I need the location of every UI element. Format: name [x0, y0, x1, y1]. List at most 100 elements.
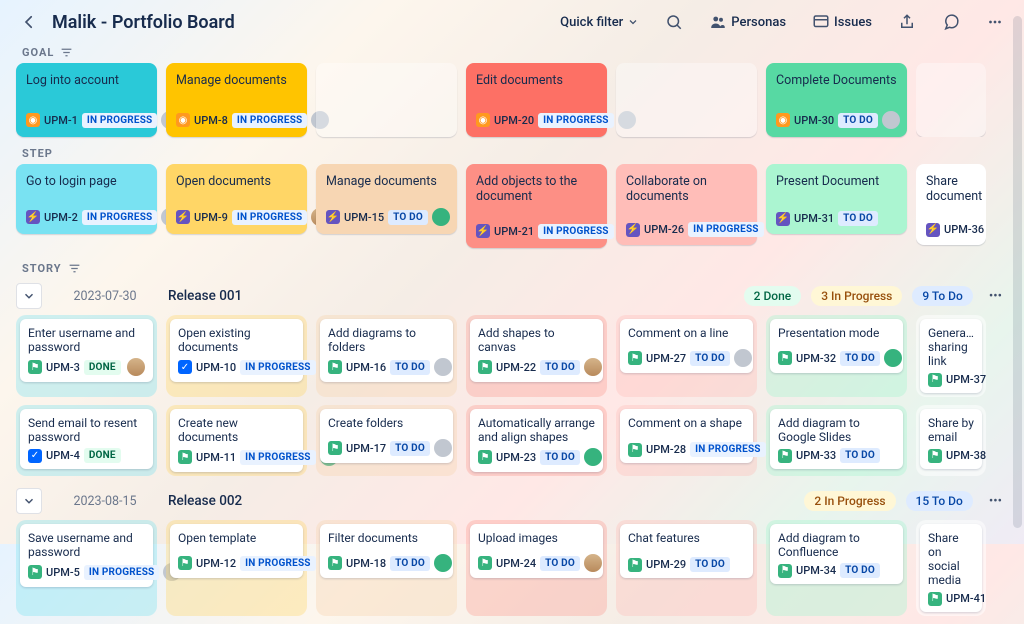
share-icon [898, 13, 916, 31]
step-card[interactable]: Manage documents⚡UPM-15TO DO [316, 164, 457, 234]
issue-key: UPM-17 [346, 442, 386, 455]
story-card[interactable]: Create folders⚑UPM-17TO DO [320, 409, 453, 463]
more-menu-button[interactable] [980, 9, 1010, 35]
step-card[interactable]: Collaborate on documents⚡UPM-26IN PROGRE… [616, 164, 757, 245]
issue-key: UPM-23 [496, 451, 536, 464]
step-card[interactable]: Go to login page⚡UPM-2IN PROGRESS [16, 164, 157, 234]
goal-title: Complete Documents [776, 73, 897, 88]
story-card[interactable]: Share on social media⚑UPM-41TO DO [920, 524, 982, 612]
story-title: Comment on a line [628, 326, 745, 340]
story-title: Automatically arrange and align shapes [478, 416, 595, 444]
flag-icon: ⚑ [928, 373, 942, 387]
count-todo[interactable]: 15 To Do [906, 491, 973, 511]
step-card[interactable]: Open documents⚡UPM-9IN PROGRESS [166, 164, 307, 234]
story-card[interactable]: Comment on a shape⚑UPM-28IN PROGRESS [620, 409, 753, 463]
flag-icon: ⚑ [928, 449, 942, 463]
back-button[interactable] [14, 9, 44, 35]
step-section-label: STEP [0, 145, 1024, 164]
story-title: Share on social media [928, 531, 974, 587]
bolt-icon: ⚡ [176, 210, 190, 224]
issue-key: UPM-1 [44, 114, 78, 127]
release-more-button[interactable]: ••• [983, 287, 1008, 306]
goal-card[interactable]: Edit documents◉UPM-20IN PROGRESS [466, 63, 607, 137]
filter-icon[interactable] [60, 46, 73, 59]
release-date: 2023-07-30 [52, 289, 158, 304]
story-card[interactable]: Open existing documents✓UPM-10IN PROGRES… [170, 319, 303, 382]
story-title: Create folders [328, 416, 445, 430]
issue-key: UPM-34 [796, 564, 836, 577]
step-card[interactable]: Share document⚡UPM-36TO DO [916, 164, 986, 245]
story-title: Upload images [478, 531, 595, 545]
release-name: Release 002 [168, 493, 242, 509]
search-button[interactable] [659, 9, 689, 35]
story-card[interactable]: Add shapes to canvas⚑UPM-22TO DO [470, 319, 603, 382]
step-card[interactable]: Add objects to the document⚡UPM-21IN PRO… [466, 164, 607, 248]
search-icon [665, 13, 683, 31]
story-card[interactable]: Save username and password⚑UPM-5IN PROGR… [20, 524, 153, 587]
count-inprogress[interactable]: 2 In Progress [804, 491, 895, 511]
story-card[interactable]: Add diagram to Confluence⚑UPM-34TO DO [770, 524, 903, 584]
story-card[interactable]: Share by email⚑UPM-38TO DO [920, 409, 982, 469]
step-card[interactable]: Present Document⚡UPM-31TO DO [766, 164, 907, 234]
collapse-toggle[interactable] [16, 283, 42, 309]
count-inprogress[interactable]: 3 In Progress [811, 286, 902, 306]
status-pill: TO DO [540, 360, 580, 375]
personas-button[interactable]: Personas [703, 9, 792, 35]
issue-key: UPM-28 [646, 443, 686, 456]
story-card[interactable]: Upload images⚑UPM-24TO DO [470, 524, 603, 578]
goal-card[interactable]: Complete Documents◉UPM-30TO DO [766, 63, 907, 137]
step-title: Collaborate on documents [626, 174, 747, 204]
step-title: Present Document [776, 174, 897, 189]
feedback-button[interactable] [936, 9, 966, 35]
collapse-toggle[interactable] [16, 488, 42, 514]
avatar [584, 554, 602, 572]
issues-button[interactable]: Issues [806, 9, 878, 35]
goal-card[interactable]: Log into account◉UPM-1IN PROGRESS [16, 63, 157, 137]
story-card[interactable]: Add diagram to Google Slides⚑UPM-33TO DO [770, 409, 903, 469]
avatar [127, 358, 145, 376]
bolt-icon: ⚡ [26, 210, 40, 224]
story-title: Generate sharing link [928, 326, 974, 368]
check-icon: ✓ [178, 360, 192, 374]
issue-key: UPM-31 [794, 212, 834, 225]
step-title: Go to login page [26, 174, 147, 189]
share-button[interactable] [892, 9, 922, 35]
status-pill: TO DO [840, 563, 880, 578]
quick-filter-dropdown[interactable]: Quick filter [554, 11, 645, 34]
story-title: Save username and password [28, 531, 145, 559]
goal-card[interactable]: Manage documents◉UPM-8IN PROGRESS [166, 63, 307, 137]
filter-icon[interactable] [68, 262, 81, 275]
goal-card[interactable] [916, 63, 986, 137]
story-card[interactable]: Enter username and password⚑UPM-3DONE [20, 319, 153, 382]
count-done[interactable]: 2 Done [744, 286, 802, 306]
flag-icon: ⚑ [628, 443, 642, 457]
issues-label: Issues [834, 15, 872, 30]
personas-icon [709, 13, 727, 31]
issue-key: UPM-15 [344, 211, 384, 224]
story-card[interactable]: Comment on a line⚑UPM-27TO DO [620, 319, 753, 373]
count-todo[interactable]: 9 To Do [912, 286, 972, 306]
issue-key: UPM-37 [946, 373, 986, 386]
story-title: Comment on a shape [628, 416, 745, 430]
story-card[interactable]: Send email to resent password✓UPM-4DONE [20, 409, 153, 469]
story-card[interactable]: Filter documents⚑UPM-18TO DO [320, 524, 453, 578]
story-card[interactable]: Chat features⚑UPM-29TO DO [620, 524, 753, 578]
release-more-button[interactable]: ••• [983, 492, 1008, 511]
more-icon [986, 13, 1004, 31]
story-card[interactable]: Add diagrams to folders⚑UPM-16TO DO [320, 319, 453, 382]
flag-icon: ⚑ [478, 556, 492, 570]
status-pill: IN PROGRESS [240, 556, 316, 571]
goal-card[interactable] [316, 63, 457, 137]
story-card[interactable]: Create new documents⚑UPM-11IN PROGRESS [170, 409, 303, 472]
vertical-scrollbar[interactable] [1013, 16, 1022, 528]
issue-key: UPM-29 [646, 558, 686, 571]
story-title: Enter username and password [28, 326, 145, 354]
story-card[interactable]: Automatically arrange and align shapes⚑U… [470, 409, 603, 472]
story-card[interactable]: Presentation mode⚑UPM-32TO DO [770, 319, 903, 373]
bolt-icon: ⚡ [626, 223, 640, 237]
page-title: Malik - Portfolio Board [52, 12, 235, 33]
story-card[interactable]: Open template⚑UPM-12IN PROGRESS [170, 524, 303, 578]
story-card[interactable]: Generate sharing link⚑UPM-37TO DO [920, 319, 982, 393]
story-title: Add diagram to Confluence [778, 531, 895, 559]
goal-card[interactable] [616, 63, 757, 137]
